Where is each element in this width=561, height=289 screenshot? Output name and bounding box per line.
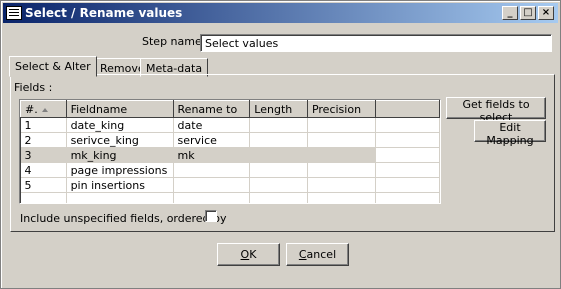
cell-empty	[173, 192, 251, 203]
window-title: Select / Rename values	[25, 6, 183, 20]
close-icon[interactable]: ×	[538, 6, 554, 20]
table-row[interactable]: 2 serivce_king service	[20, 132, 440, 148]
get-fields-button[interactable]: Get fields to select	[446, 97, 546, 124]
column-header-rename[interactable]: Rename to	[172, 100, 251, 118]
cell-empty	[66, 192, 174, 203]
cell-fieldname[interactable]: mk_king	[66, 147, 174, 163]
include-unspecified-label: Include unspecified fields, ordered by	[20, 212, 227, 225]
cell-num[interactable]: 3	[20, 147, 67, 163]
table-row-selected[interactable]: 3 mk_king mk	[20, 147, 440, 163]
cell-filler	[375, 177, 440, 193]
cell-fieldname[interactable]: page impressions	[66, 162, 174, 178]
ok-rest: K	[249, 248, 257, 261]
cell-fieldname[interactable]: pin insertions	[66, 177, 174, 193]
cancel-mnemonic: C	[298, 248, 307, 261]
cell-fieldname[interactable]: date_king	[66, 117, 174, 133]
cell-filler	[375, 147, 440, 163]
table-row[interactable]: 1 date_king date	[20, 117, 440, 133]
step-name-input[interactable]: Select values	[200, 34, 552, 52]
cell-length[interactable]	[249, 177, 308, 193]
title-bar[interactable]: Select / Rename values _ □ ×	[3, 3, 558, 23]
column-header-num[interactable]: #.	[20, 100, 67, 118]
column-header-length[interactable]: Length	[249, 100, 308, 118]
cell-rename[interactable]: service	[173, 132, 251, 148]
cell-length[interactable]	[249, 132, 308, 148]
table-row[interactable]: 5 pin insertions	[20, 177, 440, 193]
maximize-icon[interactable]: □	[520, 6, 536, 20]
cell-empty	[20, 192, 67, 203]
cell-filler	[375, 132, 440, 148]
fields-label: Fields :	[14, 81, 53, 94]
cell-num[interactable]: 4	[20, 162, 67, 178]
cancel-rest: ancel	[306, 248, 337, 261]
cell-precision[interactable]	[307, 147, 376, 163]
column-num-label: #.	[25, 102, 38, 116]
cell-fieldname[interactable]: serivce_king	[66, 132, 174, 148]
cell-precision[interactable]	[307, 162, 376, 178]
cell-rename[interactable]	[173, 162, 251, 178]
cell-precision[interactable]	[307, 177, 376, 193]
cell-empty	[375, 192, 440, 203]
fields-table[interactable]: #. Fieldname Rename to Length Precision …	[19, 99, 441, 204]
table-row[interactable]: 4 page impressions	[20, 162, 440, 178]
cell-num[interactable]: 2	[20, 132, 67, 148]
table-row-empty[interactable]	[20, 192, 440, 203]
table-header-row: #. Fieldname Rename to Length Precision	[20, 100, 440, 118]
include-unspecified-checkbox[interactable]	[205, 210, 217, 222]
cell-filler	[375, 162, 440, 178]
cell-precision[interactable]	[307, 117, 376, 133]
step-name-value: Select values	[205, 37, 279, 50]
cell-precision[interactable]	[307, 132, 376, 148]
cell-length[interactable]	[249, 147, 308, 163]
ok-button[interactable]: OK	[217, 243, 280, 266]
cell-length[interactable]	[249, 117, 308, 133]
column-header-precision[interactable]: Precision	[306, 100, 376, 118]
ok-mnemonic: O	[240, 248, 250, 261]
cell-rename[interactable]	[173, 177, 251, 193]
cell-rename[interactable]: date	[173, 117, 251, 133]
tab-select-alter-label: Select & Alter	[15, 60, 91, 73]
tab-select-alter[interactable]: Select & Alter	[9, 56, 97, 77]
cell-num[interactable]: 5	[20, 177, 67, 193]
cell-empty	[249, 192, 308, 203]
cell-rename[interactable]: mk	[173, 147, 251, 163]
column-header-fieldname[interactable]: Fieldname	[65, 100, 174, 118]
column-header-filler	[374, 100, 440, 118]
minimize-icon[interactable]: _	[502, 6, 518, 20]
cancel-button[interactable]: Cancel	[286, 243, 349, 266]
cell-num[interactable]: 1	[20, 117, 67, 133]
app-icon	[6, 6, 22, 20]
step-name-label: Step name	[142, 35, 202, 48]
cell-empty	[307, 192, 376, 203]
dialog-window: Select / Rename values _ □ × Step name S…	[0, 0, 561, 289]
cell-length[interactable]	[249, 162, 308, 178]
sort-ascending-icon	[41, 107, 48, 112]
edit-mapping-button[interactable]: Edit Mapping	[474, 120, 546, 147]
cell-filler	[375, 117, 440, 133]
